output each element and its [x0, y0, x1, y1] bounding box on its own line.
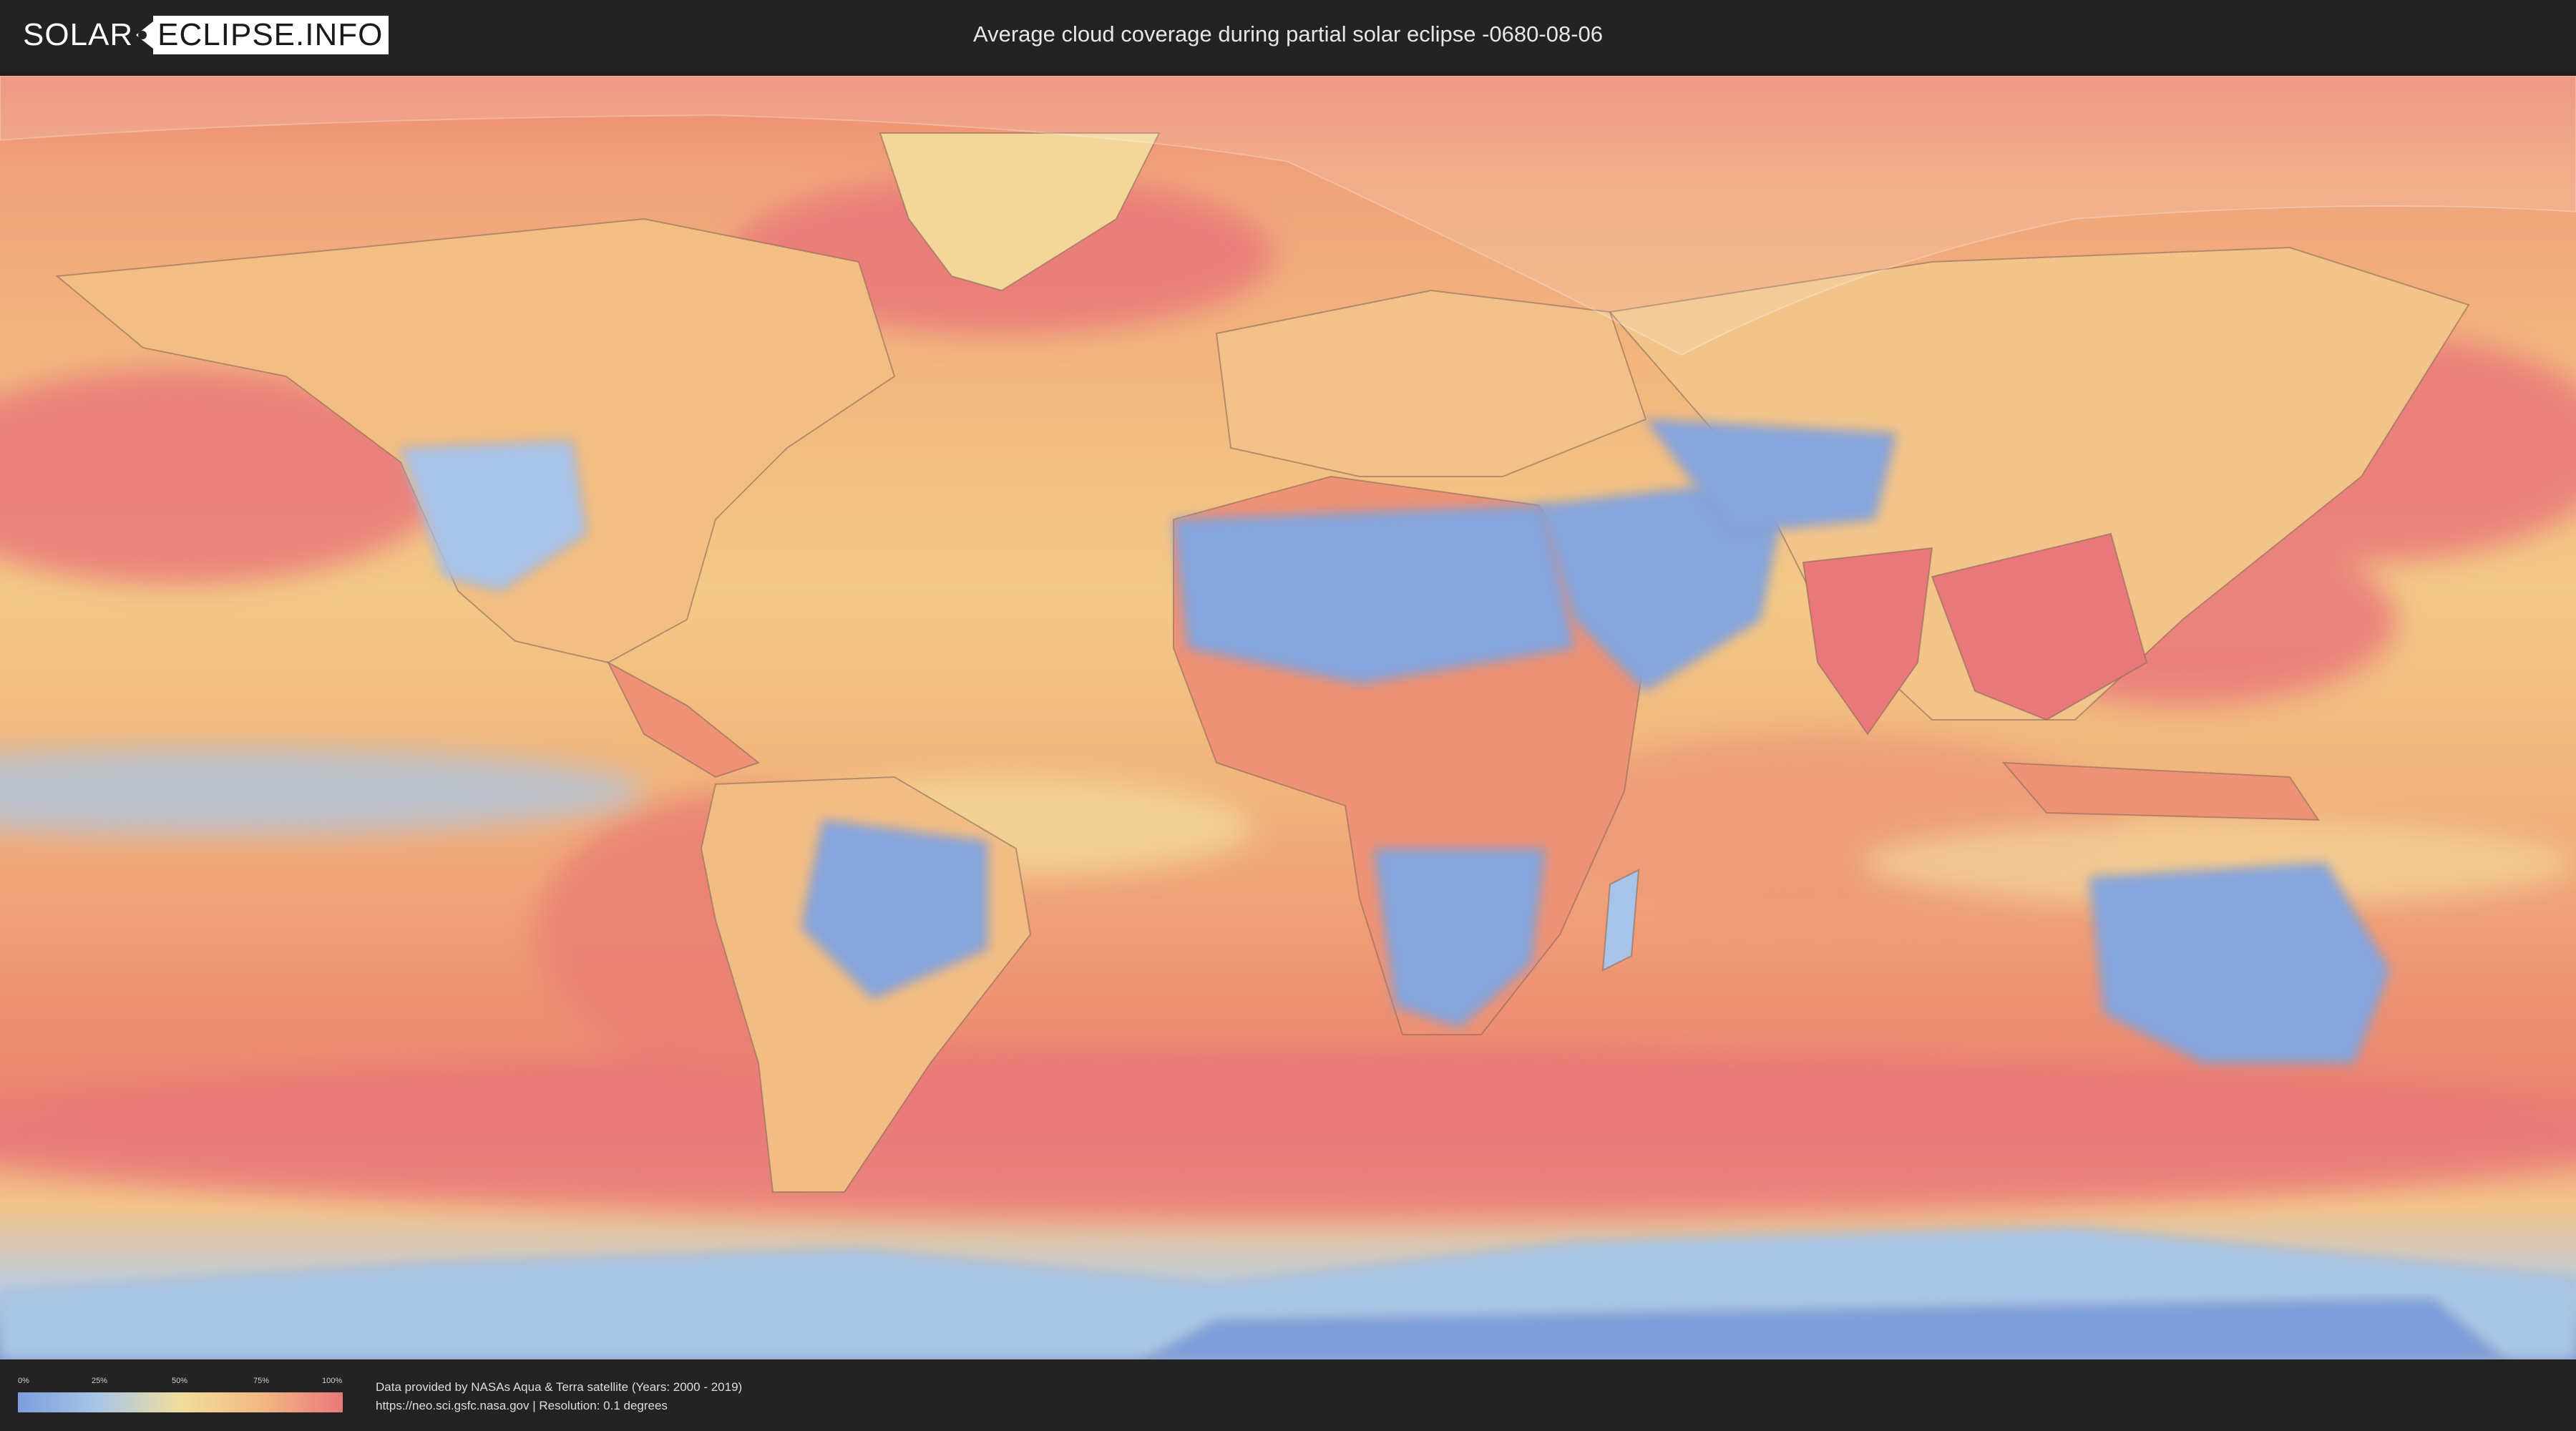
page-title: Average cloud coverage during partial so… — [972, 21, 1604, 47]
legend-tick-50: 50% — [172, 1377, 188, 1385]
cloud-coverage-map[interactable] — [0, 76, 2576, 1359]
data-source-link[interactable]: https://neo.sci.gsfc.nasa.gov | Resoluti… — [376, 1399, 668, 1413]
legend-tick-100: 100% — [322, 1377, 343, 1385]
footer: 0% 25% 50% 75% 100% Data provided by NAS… — [0, 1359, 2576, 1431]
legend-tick-25: 25% — [92, 1377, 108, 1385]
sahara-clear — [1172, 504, 1576, 685]
data-credit: Data provided by NASAs Aqua & Terra sate… — [376, 1380, 743, 1394]
legend-tick-0: 0% — [18, 1377, 29, 1385]
top-bar: SOLAR ECLIPSE.INFO Average cloud coverag… — [0, 0, 2576, 72]
cloud-coverage-legend-bar — [18, 1392, 343, 1412]
legend-tick-75: 75% — [253, 1377, 270, 1385]
